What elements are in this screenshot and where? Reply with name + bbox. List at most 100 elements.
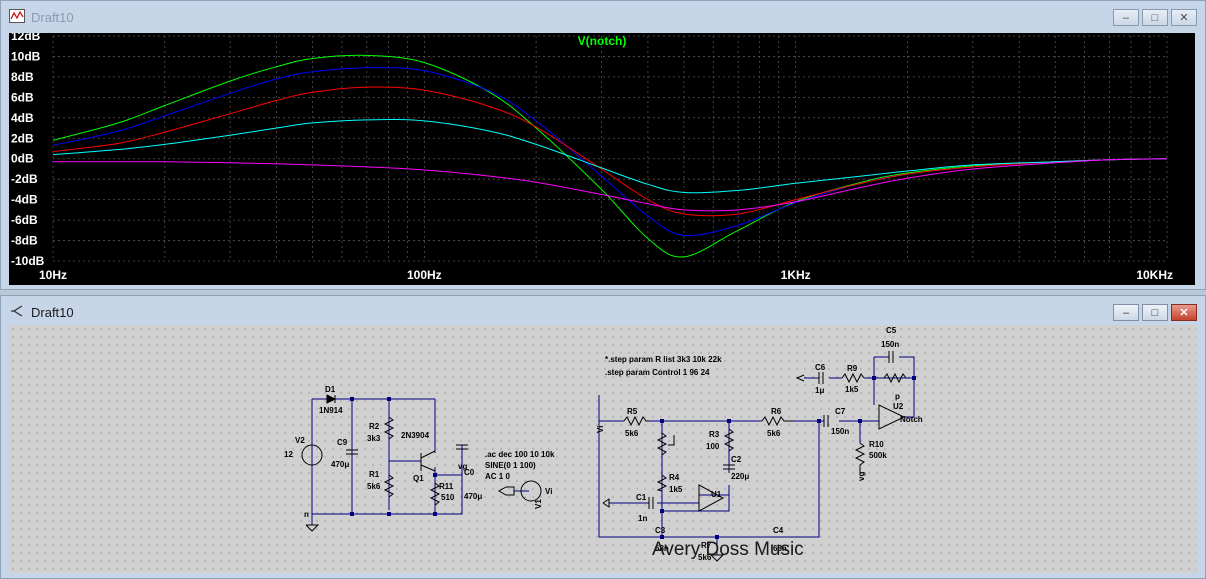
label-c7-val: 150n xyxy=(831,427,849,436)
label-v2: V2 xyxy=(295,436,305,445)
y-tick-label: -6dB xyxy=(11,213,38,227)
label-r6: R6 xyxy=(771,407,782,416)
y-tick-label: 6dB xyxy=(11,90,34,104)
schematic-window[interactable]: Draft10 – □ ✕ *.step param R list 3k3 10… xyxy=(0,295,1206,579)
schematic-icon xyxy=(11,305,23,317)
label-r3: R3 xyxy=(709,430,720,439)
label-c1: C1 xyxy=(636,493,647,502)
label-r2-val: 3k3 xyxy=(367,434,381,443)
label-vg: vg xyxy=(458,462,467,471)
label-d1: D1 xyxy=(325,385,336,394)
trace-title-v-notch[interactable]: V(notch) xyxy=(578,34,627,48)
directive-ac-mag[interactable]: AC 1 0 xyxy=(485,472,510,481)
label-r10: R10 xyxy=(869,440,884,449)
label-c3: C3 xyxy=(655,526,666,535)
label-r1-val: 5k6 xyxy=(367,482,381,491)
label-vg2: vg xyxy=(857,472,866,481)
label-c5-val: 150n xyxy=(881,340,899,349)
x-tick-label: 10KHz xyxy=(1136,268,1173,282)
label-c0-val: 470μ xyxy=(464,492,482,501)
minimize-button[interactable]: – xyxy=(1113,304,1139,321)
label-q1-model: 2N3904 xyxy=(401,431,430,440)
label-n: n xyxy=(304,510,309,519)
close-button[interactable]: ✕ xyxy=(1171,304,1197,321)
label-p: p xyxy=(895,392,900,401)
directive-ac[interactable]: .ac dec 100 10 10k xyxy=(485,450,555,459)
label-r11-val: 510 xyxy=(441,493,455,502)
component-labels: *.step param R list 3k3 10k 22k .step pa… xyxy=(284,326,923,562)
y-tick-label: 0dB xyxy=(11,152,34,166)
label-c2: C2 xyxy=(731,455,742,464)
y-tick-label: -4dB xyxy=(11,193,38,207)
label-r2: R2 xyxy=(369,422,380,431)
x-tick-label: 1KHz xyxy=(781,268,811,282)
x-tick-label: 100Hz xyxy=(407,268,442,282)
label-u1: U1 xyxy=(711,490,722,499)
plot-traces[interactable] xyxy=(52,54,1168,258)
y-tick-label: 8dB xyxy=(11,70,34,84)
components[interactable] xyxy=(301,351,907,562)
y-tick-label: -8dB xyxy=(11,234,38,248)
label-r11: R11 xyxy=(439,482,454,491)
bode-plot[interactable]: 12dB 10dB 8dB 6dB 4dB 2dB 0dB -2dB -4dB -6dB -8dB -… xyxy=(9,29,1195,285)
directive-sine[interactable]: SINE(0 1 100) xyxy=(485,461,536,470)
waveform-window[interactable]: Draft10 – □ ✕ 12dB 10dB 8dB 6dB 4dB 2dB 0dB -2d… xyxy=(0,0,1206,290)
label-c5: C5 xyxy=(886,326,897,335)
maximize-button[interactable]: □ xyxy=(1142,304,1168,321)
label-r5: R5 xyxy=(627,407,638,416)
label-v2-val: 12 xyxy=(284,450,293,459)
label-d1-val: 1N914 xyxy=(319,406,343,415)
schematic-window-title: Draft10 xyxy=(31,305,74,320)
maximize-button[interactable]: □ xyxy=(1142,9,1168,26)
label-c1-val: 1n xyxy=(638,514,647,523)
label-r5-val: 5k6 xyxy=(625,429,639,438)
plot-grid xyxy=(52,35,1168,262)
schematic-canvas[interactable]: *.step param R list 3k3 10k 22k .step pa… xyxy=(9,325,1197,573)
label-r4-val: 1k5 xyxy=(669,485,683,494)
y-tick-label: 2dB xyxy=(11,131,34,145)
y-tick-label: 4dB xyxy=(11,111,34,125)
trace-1[interactable] xyxy=(52,54,1168,258)
waveform-icon xyxy=(9,9,25,23)
label-r9-val: 1k5 xyxy=(845,385,859,394)
directive-step-r[interactable]: *.step param R list 3k3 10k 22k xyxy=(605,355,722,364)
label-c6: C6 xyxy=(815,363,826,372)
label-r1: R1 xyxy=(369,470,380,479)
directive-step-control[interactable]: .step param Control 1 96 24 xyxy=(605,368,710,377)
trace-4[interactable] xyxy=(52,119,1168,194)
label-r3-val: 100 xyxy=(706,442,720,451)
watermark: Avery Doss Music xyxy=(652,539,804,560)
label-q1: Q1 xyxy=(413,474,424,483)
label-r10-val: 500k xyxy=(869,451,887,460)
label-u2: U2 xyxy=(893,402,904,411)
label-c2-val: 220μ xyxy=(731,472,749,481)
y-tick-label: -2dB xyxy=(11,172,38,186)
label-notch: Notch xyxy=(900,415,923,424)
label-r6-val: 5k6 xyxy=(767,429,781,438)
trace-5[interactable] xyxy=(53,158,1168,212)
schematic-drawing[interactable]: *.step param R list 3k3 10k 22k .step pa… xyxy=(9,325,1197,573)
label-vi-port: Vi xyxy=(545,487,552,496)
y-axis-ticks: 12dB 10dB 8dB 6dB 4dB 2dB 0dB -2dB -4dB -6dB -8dB -… xyxy=(11,29,45,268)
y-tick-label: 10dB xyxy=(11,49,41,63)
x-tick-label: 10Hz xyxy=(39,268,67,282)
label-c4: C4 xyxy=(773,526,784,535)
label-vi-net: Vi xyxy=(596,426,605,433)
waveform-window-title: Draft10 xyxy=(31,10,74,25)
label-v1: V1 xyxy=(534,499,543,509)
y-tick-label: -10dB xyxy=(11,254,45,268)
label-c9: C9 xyxy=(337,438,348,447)
minimize-button[interactable]: – xyxy=(1113,9,1139,26)
waveform-plot-pane[interactable]: 12dB 10dB 8dB 6dB 4dB 2dB 0dB -2dB -4dB -6dB -8dB -… xyxy=(9,29,1195,285)
schematic-titlebar[interactable]: Draft10 – □ ✕ xyxy=(1,296,1205,327)
trace-2[interactable] xyxy=(52,67,1168,237)
x-axis-ticks: 10Hz 100Hz 1KHz 10KHz xyxy=(39,268,1173,282)
label-c6-val: 1μ xyxy=(815,386,824,395)
waveform-titlebar[interactable]: Draft10 – □ ✕ xyxy=(1,1,1205,32)
label-c9-val: 470μ xyxy=(331,460,349,469)
label-c7: C7 xyxy=(835,407,846,416)
label-r9: R9 xyxy=(847,364,858,373)
close-button[interactable]: ✕ xyxy=(1171,9,1197,26)
y-tick-label: 12dB xyxy=(11,33,41,43)
label-r4: R4 xyxy=(669,473,680,482)
